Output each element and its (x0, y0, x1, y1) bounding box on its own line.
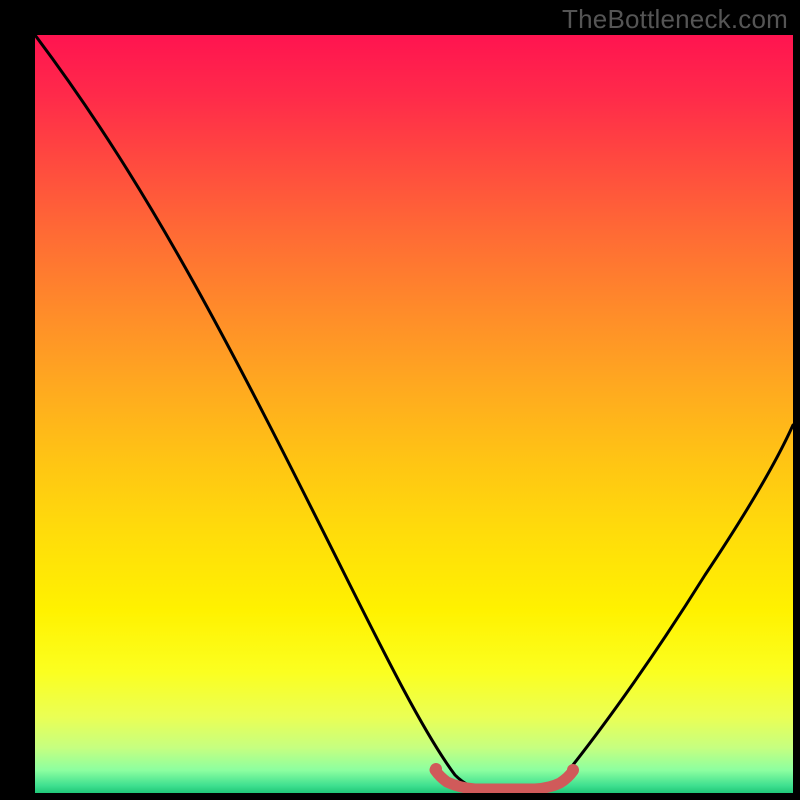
valley-highlight-path (435, 770, 573, 789)
valley-end-dot (567, 764, 579, 776)
valley-start-dot (430, 763, 442, 775)
watermark-text: TheBottleneck.com (562, 4, 788, 35)
plot-area (35, 35, 793, 793)
curve-overlay (35, 35, 793, 793)
chart-root: TheBottleneck.com (0, 0, 800, 800)
bottleneck-curve-path (35, 35, 793, 790)
